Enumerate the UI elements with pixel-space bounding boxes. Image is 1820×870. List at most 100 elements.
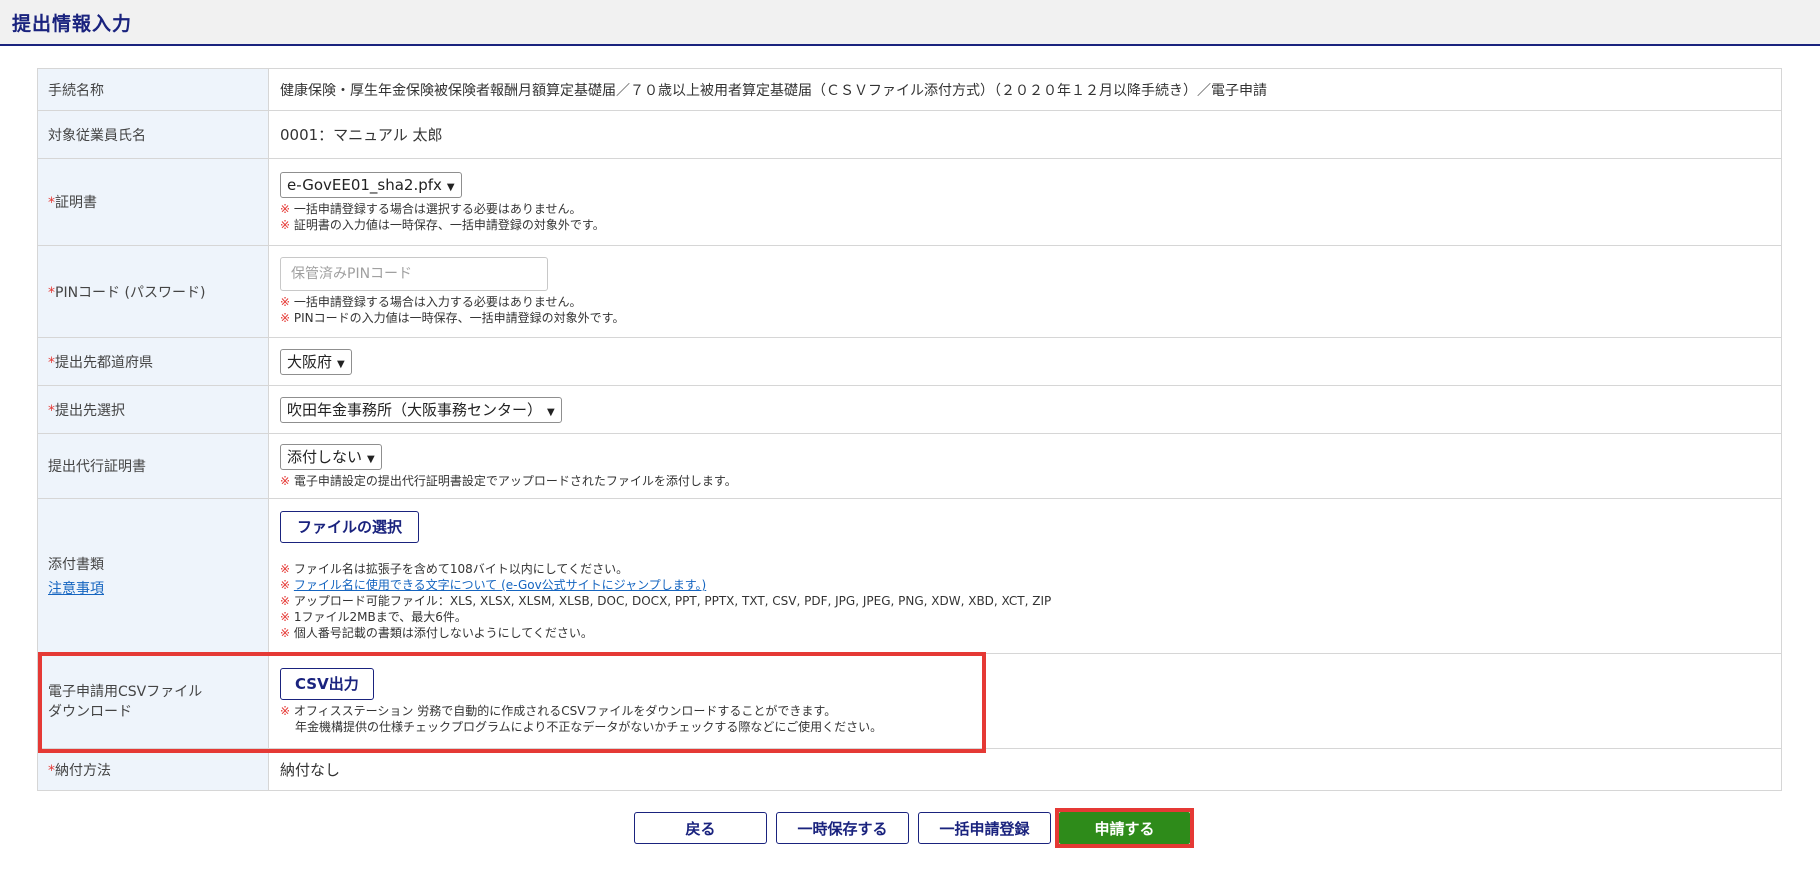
note-text: 一括申請登録する場合は選択する必要はありません。 <box>293 201 582 216</box>
csv-download-cell: CSV出力 ※ オフィスステーション 労務で自動的に作成されるCSVファイルをダ… <box>268 653 1782 749</box>
note-line: ※ ファイル名は拡張子を含めて108バイト以内にしてください。 <box>280 561 1781 577</box>
proxy-cert-select-value: 添付しない <box>287 447 363 466</box>
note-mark: ※ <box>280 594 291 608</box>
certificate-select[interactable]: e-GovEE01_sha2.pfx ▼ <box>280 171 462 198</box>
required-mark: * <box>48 354 55 371</box>
caution-link[interactable]: 注意事項 <box>48 578 268 598</box>
required-mark: * <box>48 402 55 419</box>
office-label-text: 提出先選択 <box>55 402 125 419</box>
row-certificate: *証明書 e-GovEE01_sha2.pfx ▼ ※ 一括申請登録する場合は選択… <box>37 158 1782 246</box>
note-mark: ※ <box>280 626 291 640</box>
procedure-value: 健康保険・厚生年金保険被保険者報酬月額算定基礎届／７０歳以上被用者算定基礎届（Ｃ… <box>268 68 1782 111</box>
payment-label-text: 納付方法 <box>55 762 111 779</box>
row-payment: *納付方法 納付なし <box>37 748 1782 791</box>
note-line: ※ 証明書の入力値は一時保存、一括申請登録の対象外です。 <box>280 217 1781 233</box>
csv-output-button[interactable]: CSV出力 <box>280 667 374 700</box>
proxy-cert-notes: ※ 電子申請設定の提出代行証明書設定でアップロードされたファイルを添付します。 <box>280 473 1781 489</box>
proxy-cert-select[interactable]: 添付しない ▼ <box>280 443 382 470</box>
attachments-cell: ファイルの選択 ※ ファイル名は拡張子を含めて108バイト以内にしてください。 … <box>268 498 1782 654</box>
note-text: 証明書の入力値は一時保存、一括申請登録の対象外です。 <box>293 217 605 232</box>
csv-download-label-line2: ダウンロード <box>48 704 132 720</box>
note-text: PINコードの入力値は一時保存、一括申請登録の対象外です。 <box>293 311 625 325</box>
note-line: ※ 一括申請登録する場合は選択する必要はありません。 <box>280 201 1781 217</box>
note-line: 年金機構提供の仕様チェックプログラムにより不正なデータがないかチェックする際など… <box>280 719 1781 735</box>
proxy-cert-cell: 添付しない ▼ ※ 電子申請設定の提出代行証明書設定でアップロードされたファイルを… <box>268 433 1782 499</box>
note-line: ※ 1ファイル2MBまで、最大6件。 <box>280 609 1781 625</box>
certificate-label-text: 証明書 <box>55 195 97 211</box>
row-attachments: 添付書類 注意事項 ファイルの選択 ※ ファイル名は拡張子を含めて108バイト以… <box>37 498 1782 654</box>
note-line: ※ オフィスステーション 労務で自動的に作成されるCSVファイルをダウンロードす… <box>280 703 1781 719</box>
filename-chars-link[interactable]: ファイル名に使用できる文字について (e-Gov公式サイトにジャンプします。) <box>294 578 706 592</box>
row-prefecture: *提出先都道府県 大阪府 ▼ <box>37 337 1782 386</box>
row-csv-download: 電子申請用CSVファイル ダウンロード CSV出力 ※ オフィスステーション 労… <box>37 653 1782 749</box>
pin-notes: ※ 一括申請登録する場合は入力する必要はありません。 ※ PINコードの入力値は… <box>280 294 1781 326</box>
note-mark: ※ <box>280 703 291 718</box>
required-mark: * <box>48 284 55 301</box>
row-employee: 対象従業員氏名 0001：マニュアル 太郎 <box>37 110 1782 159</box>
chevron-down-icon: ▼ <box>367 453 375 465</box>
note-mark: ※ <box>280 610 291 624</box>
note-line: ※ PINコードの入力値は一時保存、一括申請登録の対象外です。 <box>280 310 1781 326</box>
submission-form-table: 手続名称 健康保険・厚生年金保険被保険者報酬月額算定基礎届／７０歳以上被用者算定… <box>37 68 1782 791</box>
bulk-register-button[interactable]: 一括申請登録 <box>918 812 1051 844</box>
note-mark: ※ <box>280 578 291 592</box>
row-office: *提出先選択 吹田年金事務所（大阪事務センター） ▼ <box>37 385 1782 434</box>
certificate-label: *証明書 <box>37 158 269 246</box>
attachments-label-text: 添付書類 <box>48 557 104 573</box>
note-text: オフィスステーション 労務で自動的に作成されるCSVファイルをダウンロードするこ… <box>293 703 837 718</box>
note-line: ※ アップロード可能ファイル：XLS, XLSX, XLSM, XLSB, DO… <box>280 593 1781 609</box>
csv-download-label-line1: 電子申請用CSVファイル <box>48 684 203 700</box>
chevron-down-icon: ▼ <box>337 358 345 370</box>
prefecture-label: *提出先都道府県 <box>37 337 269 386</box>
employee-value: 0001：マニュアル 太郎 <box>268 110 1782 159</box>
chevron-down-icon: ▼ <box>547 406 555 418</box>
apply-button[interactable]: 申請する <box>1059 812 1190 844</box>
office-cell: 吹田年金事務所（大阪事務センター） ▼ <box>268 385 1782 434</box>
required-mark: * <box>48 195 55 211</box>
file-select-button[interactable]: ファイルの選択 <box>280 511 420 543</box>
note-line: ※ ファイル名に使用できる文字について (e-Gov公式サイトにジャンプします。… <box>280 577 1781 593</box>
note-text: 個人番号記載の書類は添付しないようにしてください。 <box>293 626 593 640</box>
note-mark: ※ <box>280 562 291 576</box>
pin-label: *PINコード (パスワード) <box>37 245 269 338</box>
row-procedure: 手続名称 健康保険・厚生年金保険被保険者報酬月額算定基礎届／７０歳以上被用者算定… <box>37 68 1782 111</box>
certificate-cell: e-GovEE01_sha2.pfx ▼ ※ 一括申請登録する場合は選択する必要は… <box>268 158 1782 246</box>
page-header: 提出情報入力 <box>0 0 1820 46</box>
payment-value: 納付なし <box>268 748 1782 791</box>
note-text: 一括申請登録する場合は入力する必要はありません。 <box>293 295 582 309</box>
note-mark: ※ <box>280 295 291 309</box>
required-mark: * <box>48 762 55 779</box>
prefecture-select[interactable]: 大阪府 ▼ <box>280 348 352 375</box>
row-pin: *PINコード (パスワード) ※ 一括申請登録する場合は入力する必要はありませ… <box>37 245 1782 338</box>
employee-label: 対象従業員氏名 <box>37 110 269 159</box>
note-text: 電子申請設定の提出代行証明書設定でアップロードされたファイルを添付します。 <box>293 473 737 488</box>
procedure-label: 手続名称 <box>37 68 269 111</box>
note-line: ※ 個人番号記載の書類は添付しないようにしてください。 <box>280 625 1781 641</box>
certificate-notes: ※ 一括申請登録する場合は選択する必要はありません。 ※ 証明書の入力値は一時保… <box>280 201 1781 233</box>
note-text: 1ファイル2MBまで、最大6件。 <box>293 610 467 624</box>
office-select[interactable]: 吹田年金事務所（大阪事務センター） ▼ <box>280 396 562 423</box>
payment-label: *納付方法 <box>37 748 269 791</box>
action-bar: 戻る 一時保存する 一括申請登録 申請する <box>634 808 1194 848</box>
csv-download-label: 電子申請用CSVファイル ダウンロード <box>37 653 269 749</box>
attachments-notes: ※ ファイル名は拡張子を含めて108バイト以内にしてください。 ※ ファイル名に… <box>280 561 1781 641</box>
pin-label-text: PINコード (パスワード) <box>55 284 206 301</box>
note-line: ※ 一括申請登録する場合は入力する必要はありません。 <box>280 294 1781 310</box>
office-label: *提出先選択 <box>37 385 269 434</box>
note-text: ファイル名は拡張子を含めて108バイト以内にしてください。 <box>293 562 629 576</box>
certificate-select-value: e-GovEE01_sha2.pfx <box>287 175 442 194</box>
note-mark: ※ <box>280 473 291 488</box>
office-select-value: 吹田年金事務所（大阪事務センター） <box>287 400 543 419</box>
temp-save-button[interactable]: 一時保存する <box>776 812 909 844</box>
note-text: 年金機構提供の仕様チェックプログラムにより不正なデータがないかチェックする際など… <box>295 719 883 734</box>
back-button[interactable]: 戻る <box>634 812 767 844</box>
apply-button-highlight: 申請する <box>1055 808 1194 848</box>
prefecture-label-text: 提出先都道府県 <box>55 354 153 371</box>
pin-input[interactable] <box>280 257 548 291</box>
row-proxy-cert: 提出代行証明書 添付しない ▼ ※ 電子申請設定の提出代行証明書設定でアップロード… <box>37 433 1782 499</box>
attachments-label: 添付書類 注意事項 <box>37 498 269 654</box>
note-line: ※ 電子申請設定の提出代行証明書設定でアップロードされたファイルを添付します。 <box>280 473 1781 489</box>
note-mark: ※ <box>280 201 291 216</box>
page-title: 提出情報入力 <box>12 12 133 35</box>
note-mark: ※ <box>280 217 291 232</box>
